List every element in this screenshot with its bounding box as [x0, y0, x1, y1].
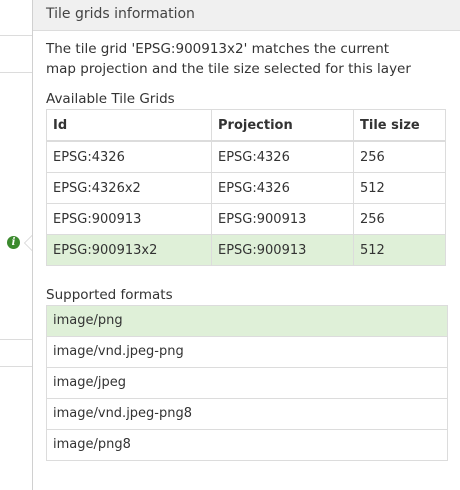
available-grids-label: Available Tile Grids	[46, 91, 175, 107]
info-icon[interactable]: i	[7, 236, 20, 249]
match-message: The tile grid 'EPSG:900913x2' matches th…	[46, 41, 411, 77]
table-row: EPSG:900913 EPSG:900913 256	[46, 203, 446, 235]
popover-body: The tile grid 'EPSG:900913x2' matches th…	[33, 31, 460, 461]
column-header-tile-size: Tile size	[353, 109, 446, 142]
background-divider	[0, 339, 32, 340]
popover-title: Tile grids information	[33, 0, 460, 31]
list-item: image/vnd.jpeg-png8	[47, 398, 447, 429]
column-header-id: Id	[46, 109, 212, 142]
supported-formats-label: Supported formats	[46, 287, 173, 303]
background-divider	[0, 72, 32, 73]
grid-id: EPSG:4326	[46, 140, 212, 173]
background-divider	[0, 35, 32, 36]
grid-id: EPSG:900913	[46, 203, 212, 235]
background-divider	[0, 366, 32, 367]
tile-grids-popover: Tile grids information The tile grid 'EP…	[32, 0, 460, 490]
grid-projection: EPSG:900913	[211, 234, 354, 266]
list-item-selected: image/png	[47, 306, 447, 336]
table-header-row: Id Projection Tile size	[46, 109, 446, 142]
grid-id: EPSG:4326x2	[46, 172, 212, 204]
list-item: image/jpeg	[47, 367, 447, 398]
grid-tile-size: 256	[353, 203, 446, 235]
table-row: EPSG:4326 EPSG:4326 256	[46, 140, 446, 173]
grid-tile-size: 512	[353, 234, 446, 266]
grid-tile-size: 256	[353, 140, 446, 173]
grid-projection: EPSG:900913	[211, 203, 354, 235]
column-header-projection: Projection	[211, 109, 354, 142]
grid-projection: EPSG:4326	[211, 172, 354, 204]
list-item: image/png8	[47, 429, 447, 460]
grid-projection: EPSG:4326	[211, 140, 354, 173]
list-item: image/vnd.jpeg-png	[47, 336, 447, 367]
grid-id: EPSG:900913x2	[46, 234, 212, 266]
formats-list: image/png image/vnd.jpeg-png image/jpeg …	[46, 305, 448, 461]
table-row-selected: EPSG:900913x2 EPSG:900913 512	[46, 234, 446, 266]
grid-tile-size: 512	[353, 172, 446, 204]
table-row: EPSG:4326x2 EPSG:4326 512	[46, 172, 446, 204]
tile-grids-table: Id Projection Tile size EPSG:4326 EPSG:4…	[46, 109, 446, 266]
